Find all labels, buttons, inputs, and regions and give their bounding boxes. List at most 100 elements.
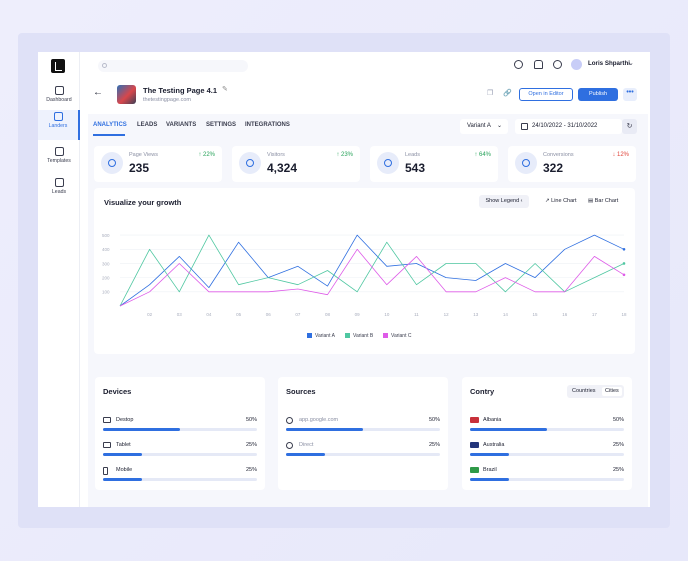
series-end-point: [622, 273, 626, 277]
mobile-icon: [103, 467, 108, 475]
variant-select[interactable]: Variant A ⌄: [460, 119, 508, 134]
stat-change: ↑ 23%: [336, 152, 353, 158]
page-url[interactable]: thetestingpage.com: [143, 97, 191, 103]
x-tick-label: 03: [177, 312, 183, 317]
x-tick-label: 17: [592, 312, 598, 317]
calendar-icon: [521, 123, 528, 130]
chevron-down-icon[interactable]: ⌄: [628, 59, 634, 67]
country-city-toggle: Countries Cities: [567, 385, 624, 398]
progress-fill: [470, 428, 547, 431]
tab-analytics[interactable]: ANALYTICS: [93, 122, 127, 128]
australia-flag-icon: [470, 442, 479, 448]
tab-cities[interactable]: Cities: [602, 387, 622, 396]
stat-value: 4,324: [267, 161, 298, 175]
page-thumbnail: [117, 85, 136, 104]
tab-countries[interactable]: Countries: [569, 387, 599, 396]
legend-item-variant-c[interactable]: Variant C: [383, 333, 411, 339]
line-chart-label: Line Chart: [551, 198, 577, 204]
row-label: Mobile: [116, 467, 133, 473]
open-in-editor-button[interactable]: Open in Editor: [519, 88, 573, 101]
panel-title: Contry: [470, 387, 495, 396]
help-icon[interactable]: [514, 60, 523, 69]
legend-item-variant-b[interactable]: Variant B: [345, 333, 373, 339]
progress-fill: [103, 478, 142, 481]
x-tick-label: 07: [295, 312, 301, 317]
x-tick-label: 11: [414, 312, 419, 317]
bar-chart-icon: ▤: [588, 198, 594, 204]
row-percent: 50%: [428, 417, 440, 423]
sidebar: Dashboard Landers Templates Leads: [38, 52, 80, 507]
variant-select-value: Variant A: [467, 123, 491, 129]
page-title: The Testing Page 4.1: [143, 86, 218, 95]
progress-track: [470, 478, 624, 481]
list-item: Direct 25%: [286, 442, 440, 462]
sidebar-item-landers[interactable]: Landers: [38, 110, 80, 140]
row-label: Destop: [116, 417, 134, 423]
search-input[interactable]: [98, 60, 248, 72]
progress-track: [103, 428, 257, 431]
sidebar-item-templates[interactable]: Templates: [38, 145, 80, 175]
tab-leads[interactable]: LEADS: [137, 122, 157, 128]
more-options-button[interactable]: •••: [623, 88, 637, 101]
avatar[interactable]: [571, 59, 582, 70]
copy-icon[interactable]: ❐: [487, 89, 493, 97]
row-percent: 50%: [245, 417, 257, 423]
stat-label: Conversions: [543, 152, 574, 158]
series-line-variant-a: [119, 234, 625, 307]
link-icon[interactable]: 🔗: [503, 89, 512, 97]
row-label: Tablet: [116, 442, 131, 448]
x-tick-label: 05: [236, 312, 242, 317]
sidebar-item-leads[interactable]: Leads: [38, 176, 80, 206]
bell-icon[interactable]: [534, 60, 543, 69]
y-tick-label: 100: [102, 290, 110, 295]
row-percent: 25%: [245, 442, 257, 448]
stat-label: Page Views: [129, 152, 158, 158]
publish-button[interactable]: Publish: [578, 88, 618, 101]
tab-integrations[interactable]: INTEGRATIONS: [245, 122, 290, 128]
tab-settings[interactable]: SETTINGS: [206, 122, 236, 128]
tab-variants[interactable]: VARIANTS: [166, 122, 196, 128]
stat-change: ↑ 64%: [474, 152, 491, 158]
albania-flag-icon: [470, 417, 479, 423]
x-tick-label: 16: [562, 312, 568, 317]
x-tick-label: 12: [444, 312, 450, 317]
chart-title: Visualize your growth: [104, 198, 182, 207]
contacts-icon: [377, 152, 399, 174]
panel-title: Sources: [286, 387, 316, 396]
x-tick-label: 04: [206, 312, 212, 317]
list-item: Albania 50%: [470, 417, 624, 437]
stat-card-visitors: Visitors 4,324 ↑ 23%: [232, 146, 360, 182]
pencil-icon[interactable]: ✎: [222, 85, 228, 93]
legend-item-variant-a[interactable]: Variant A: [307, 333, 335, 339]
date-range-picker[interactable]: 24/10/2022 - 31/10/2022: [515, 119, 622, 134]
row-label: Brazil: [483, 467, 497, 473]
list-item: Mobile 25%: [103, 467, 257, 487]
stat-value: 543: [405, 161, 426, 175]
y-tick-label: 500: [102, 233, 110, 238]
series-end-point: [622, 247, 626, 251]
refresh-button[interactable]: ↻: [622, 119, 637, 134]
stat-change: ↑ 22%: [198, 152, 215, 158]
back-arrow-icon[interactable]: ←: [93, 87, 103, 98]
progress-fill: [470, 478, 509, 481]
x-tick-label: 14: [503, 312, 509, 317]
user-icon: [239, 152, 261, 174]
logo[interactable]: [51, 59, 65, 73]
user-name[interactable]: Loris Shparthi: [588, 60, 630, 67]
list-item: Australia 25%: [470, 442, 624, 462]
sidebar-item-label: Leads: [51, 189, 67, 195]
bar-chart-button[interactable]: ▤ Bar Chart: [588, 198, 618, 204]
row-percent: 50%: [612, 417, 624, 423]
progress-fill: [286, 428, 363, 431]
gear-icon[interactable]: [553, 60, 562, 69]
show-legend-button[interactable]: Show Legend ‹: [479, 195, 529, 208]
y-tick-label: 300: [102, 261, 110, 266]
line-chart-button[interactable]: ↗ Line Chart: [545, 198, 577, 204]
templates-icon: [54, 147, 64, 156]
row-label: Albania: [483, 417, 502, 423]
globe-icon: [286, 442, 293, 449]
dashboard-icon: [54, 86, 64, 95]
progress-track: [103, 478, 257, 481]
list-item: app.google.com 50%: [286, 417, 440, 437]
app-window: Dashboard Landers Templates Leads Loris …: [38, 52, 650, 507]
